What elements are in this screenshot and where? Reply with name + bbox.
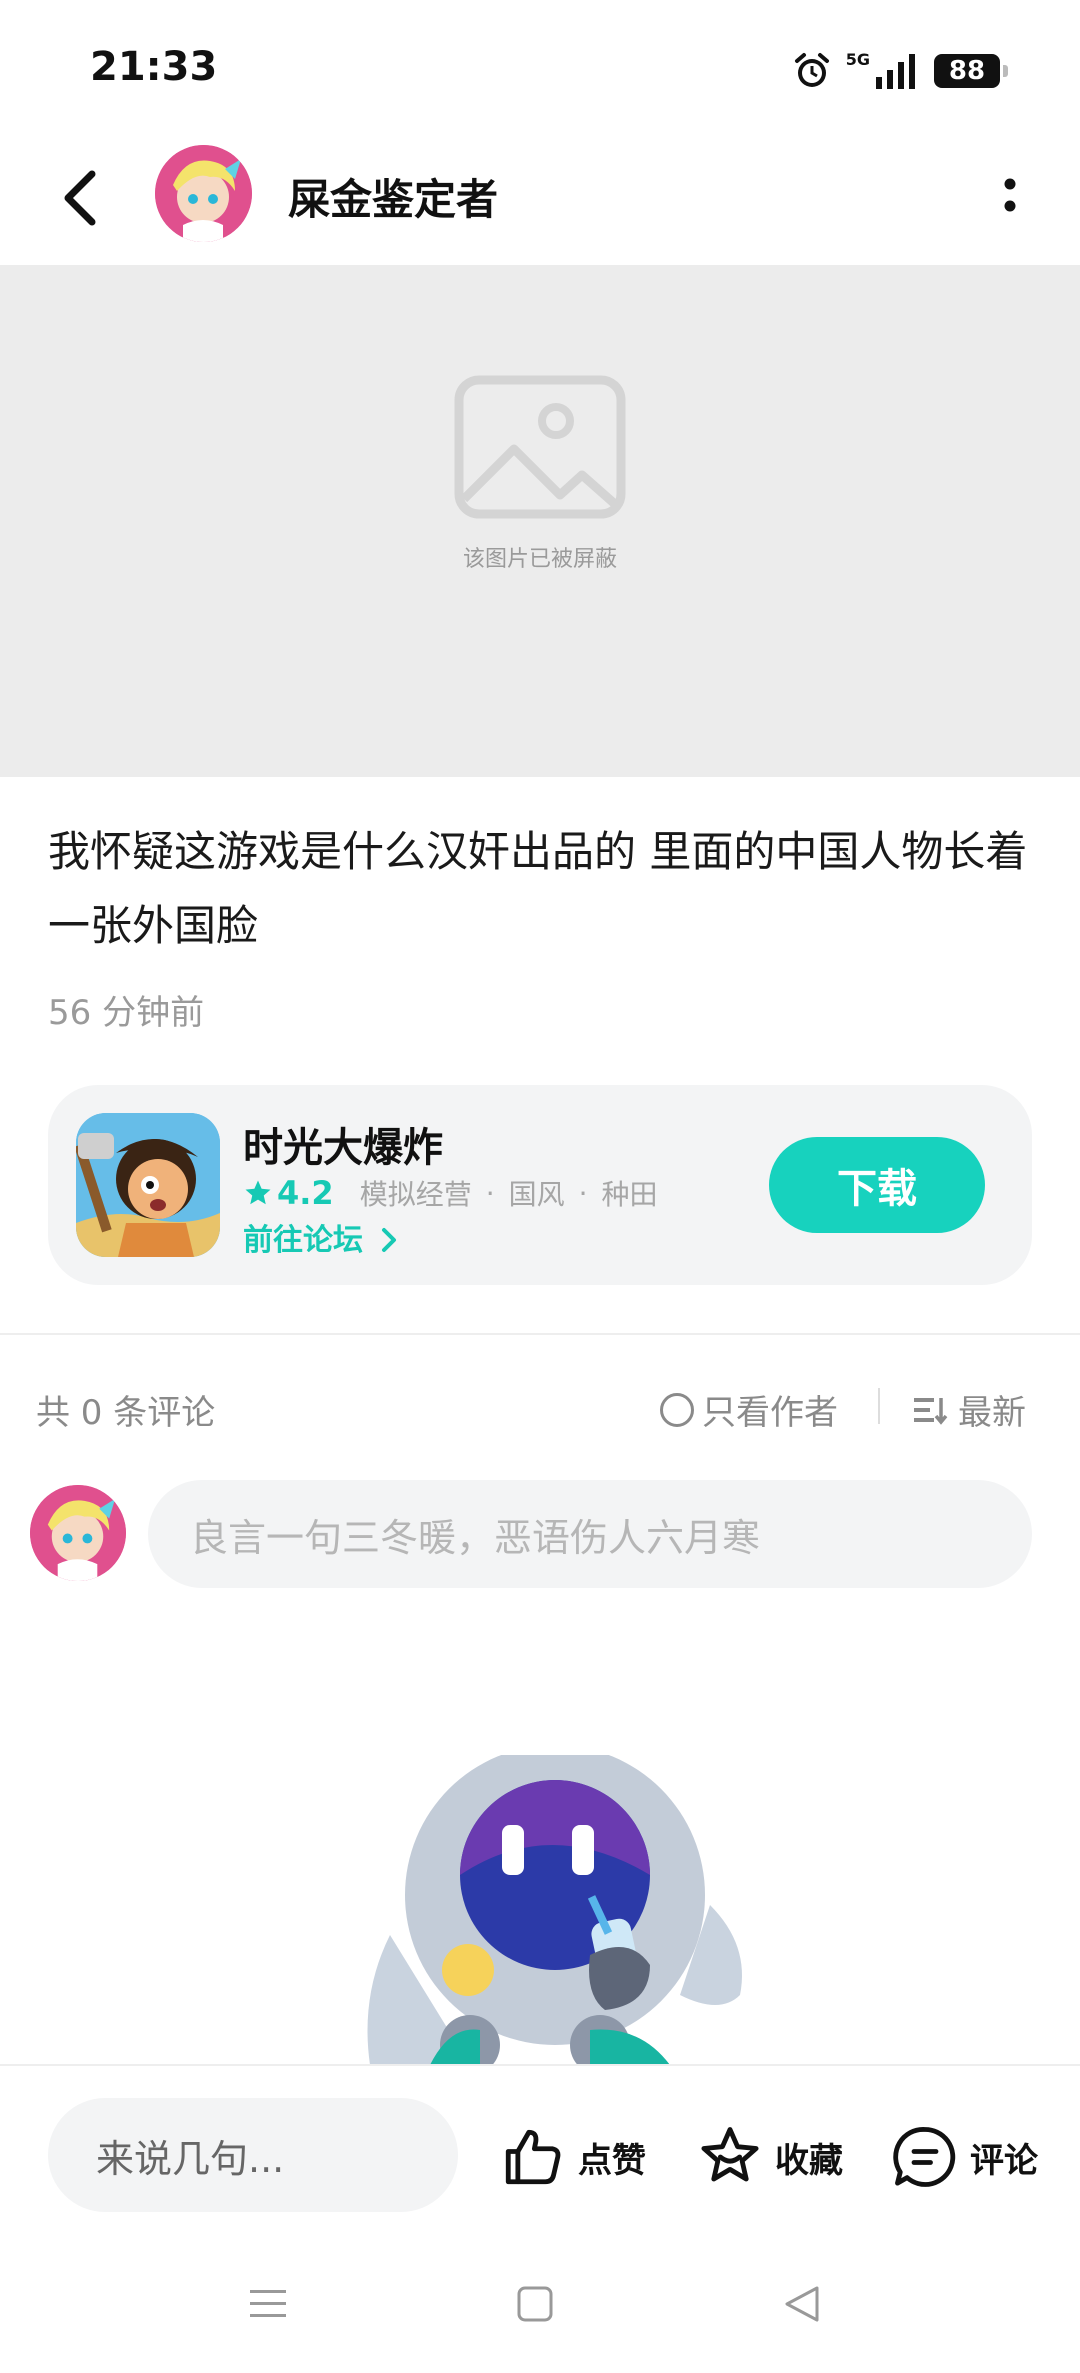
game-name[interactable]: 时光大爆炸	[243, 1115, 443, 1173]
alarm-icon	[794, 53, 829, 87]
game-tag: 种田	[601, 1178, 658, 1211]
game-rating: 4.2	[243, 1174, 334, 1212]
sort-icon	[914, 1397, 948, 1425]
forum-link[interactable]: 前往论坛	[243, 1215, 399, 1259]
network-type: 5G	[845, 49, 870, 69]
more-vertical-icon	[1004, 178, 1016, 212]
game-tag: 模拟经营	[359, 1178, 472, 1211]
post-text: 我怀疑这游戏是什么汉奸出品的 里面的中国人物长着一张外国脸	[48, 827, 1028, 950]
more-options-button[interactable]	[980, 158, 1040, 238]
section-divider	[0, 1333, 1080, 1335]
comment-count: 共 0 条评论	[36, 1393, 216, 1433]
favorite-button[interactable]: 收藏	[697, 2122, 843, 2192]
chevron-right-icon	[382, 1228, 397, 1252]
signal-icon	[876, 54, 915, 89]
nav-back-button[interactable]	[772, 2274, 832, 2334]
back-button[interactable]	[50, 158, 110, 238]
comment-button[interactable]: 评论	[892, 2122, 1038, 2192]
post-header: 屎金鉴定者	[0, 130, 1080, 265]
game-icon[interactable]	[76, 1113, 220, 1257]
home-square-icon	[517, 2286, 553, 2322]
game-meta: 4.2 模拟经营 · 国风 · 种田	[243, 1173, 658, 1213]
status-bar: 21:33 5G 88	[0, 0, 1080, 130]
game-tag: 国风	[508, 1178, 565, 1211]
my-avatar	[30, 1485, 126, 1581]
like-button[interactable]: 点赞	[500, 2122, 646, 2192]
tag-separator: ·	[485, 1176, 495, 1210]
author-name[interactable]: 屎金鉴定者	[288, 166, 498, 227]
star-outline-icon	[701, 2127, 759, 2182]
game-card[interactable]: 时光大爆炸 4.2 模拟经营 · 国风 · 种田 前往论坛 下载	[48, 1085, 1032, 1285]
comment-input[interactable]: 良言一句三冬暖，恶语伤人六月寒	[148, 1480, 1032, 1588]
thumbs-up-icon	[505, 2129, 561, 2185]
sort-button[interactable]: 最新	[912, 1385, 1026, 1434]
menu-icon	[250, 2290, 286, 2317]
status-icons: 5G 88	[792, 46, 1008, 96]
empty-state-mascot	[350, 1745, 760, 2075]
quick-comment-input[interactable]: 来说几句...	[48, 2098, 458, 2212]
system-nav-bar	[0, 2244, 1080, 2373]
back-triangle-icon	[785, 2286, 819, 2322]
tag-separator: ·	[578, 1176, 588, 1210]
status-time: 21:33	[90, 44, 218, 90]
star-icon	[245, 1180, 271, 1205]
blocked-image-text: 该图片已被屏蔽	[462, 547, 617, 572]
blocked-image[interactable]: 该图片已被屏蔽	[0, 265, 1080, 777]
download-button[interactable]: 下载	[769, 1137, 985, 1233]
radio-circle-icon	[660, 1392, 694, 1427]
author-avatar[interactable]	[155, 145, 252, 242]
bottom-action-bar: 来说几句... 点赞 收藏 评论	[0, 2064, 1080, 2244]
battery-indicator: 88	[934, 54, 1008, 88]
back-arrow-icon	[64, 170, 96, 226]
nav-home-button[interactable]	[505, 2274, 565, 2334]
comment-bubble-icon	[893, 2127, 956, 2187]
filter-divider	[878, 1388, 880, 1424]
image-placeholder-icon	[454, 375, 626, 519]
nav-menu-button[interactable]	[238, 2274, 298, 2334]
post-time: 56 分钟前	[48, 993, 205, 1033]
author-only-toggle[interactable]: 只看作者	[660, 1385, 838, 1434]
